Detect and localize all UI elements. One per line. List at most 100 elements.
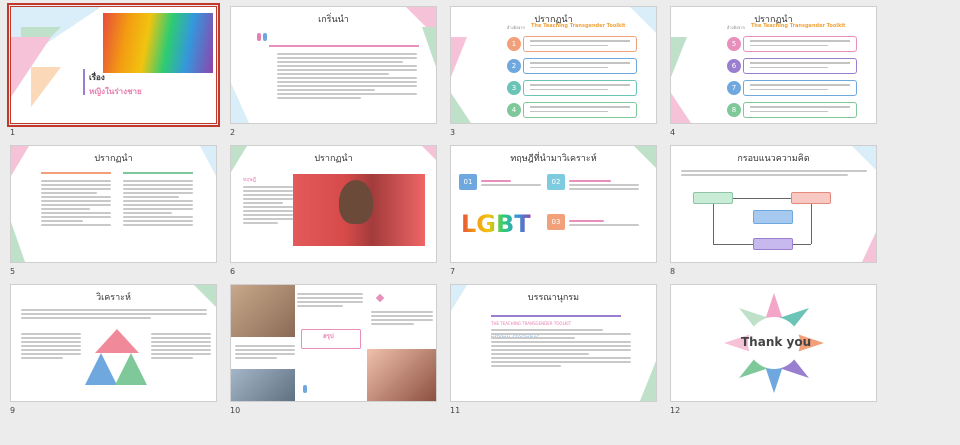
slide-3-thumbnail[interactable]: ปรากฏนำ อ้างอิงจาก The Teaching Transgen…	[450, 6, 657, 124]
decor-shape	[422, 27, 436, 67]
step-text	[481, 178, 541, 188]
source-title: The Teaching Transgender Toolkit	[751, 23, 846, 29]
decor-shape	[862, 232, 876, 262]
slide-12-title: Thank you	[741, 335, 812, 349]
decor-shape	[451, 93, 471, 123]
slide-number: 11	[450, 406, 461, 415]
slide-2[interactable]: เกริ่นนำ 2	[230, 6, 440, 137]
slide-5[interactable]: ปรากฏนำ 5	[10, 145, 220, 276]
slide-number: 10	[230, 406, 241, 415]
intro-text	[681, 168, 867, 178]
left-text	[21, 331, 81, 361]
slide-2-thumbnail[interactable]: เกริ่นนำ	[230, 6, 437, 124]
step-text	[569, 178, 639, 192]
slide-11[interactable]: บรรณานุกรม THE TEACHING TRANSGENDER TOOL…	[450, 284, 660, 415]
decor-shape	[671, 37, 687, 77]
title-accent-bar	[83, 69, 85, 95]
body-text	[297, 291, 363, 309]
slide-number: 9	[10, 406, 16, 415]
divider	[491, 315, 621, 317]
slide-8-title: กรอบแนวความคิด	[737, 154, 810, 164]
slide-6-thumbnail[interactable]: ปรากฏนำ ทฤษฎี	[230, 145, 437, 263]
slide-3[interactable]: ปรากฏนำ อ้างอิงจาก The Teaching Transgen…	[450, 6, 660, 137]
reference-highlight: THE TEACHING TRANSGENDER TOOLKIT	[491, 321, 572, 326]
male-icon	[303, 385, 307, 393]
slide-9-thumbnail[interactable]: วิเคราะห์	[10, 284, 217, 402]
item-box	[523, 102, 637, 118]
step-badge: 02	[547, 174, 565, 190]
slide-11-thumbnail[interactable]: บรรณานุกรม THE TEACHING TRANSGENDER TOOL…	[450, 284, 657, 402]
slide-number: 2	[230, 128, 236, 137]
body-text	[277, 51, 417, 101]
slide-1-thumbnail[interactable]: เรื่อง หญิงในร่างชาย	[7, 3, 220, 127]
connector-line	[733, 198, 791, 199]
divider	[41, 172, 111, 174]
source-prefix: อ้างอิงจาก	[507, 25, 525, 30]
slide-5-thumbnail[interactable]: ปรากฏนำ	[10, 145, 217, 263]
female-icon	[257, 33, 261, 41]
decor-shape	[640, 361, 656, 401]
slide-9[interactable]: วิเคราะห์ 9	[10, 284, 220, 415]
item-box	[523, 58, 637, 74]
references-text	[491, 327, 631, 369]
item-box	[743, 58, 857, 74]
column-text	[123, 178, 193, 228]
slide-number: 4	[670, 128, 676, 137]
item-number: 5	[727, 37, 741, 51]
source-title: The Teaching Transgender Toolkit	[531, 23, 626, 29]
intro-text	[21, 307, 207, 321]
triangle-left	[85, 353, 117, 385]
connector-line	[713, 204, 714, 244]
slide-7-thumbnail[interactable]: ทฤษฎีที่นำมาวิเคราะห์ 01 02 03 LGBT	[450, 145, 657, 263]
concept-box	[693, 192, 733, 204]
triangle-top	[95, 329, 139, 353]
divider	[123, 172, 193, 174]
step-badge: 01	[459, 174, 477, 190]
couple-photo	[231, 285, 295, 337]
column-text	[41, 178, 111, 228]
slide-4[interactable]: ปรากฏนำ อ้างอิงจาก The Teaching Transgen…	[670, 6, 880, 137]
slide-10[interactable]: สรุป 10	[230, 284, 440, 415]
decor-shape	[671, 93, 691, 123]
item-box	[523, 36, 637, 52]
slide-8-thumbnail[interactable]: กรอบแนวความคิด	[670, 145, 877, 263]
item-number: 8	[727, 103, 741, 117]
slide-number: 3	[450, 128, 456, 137]
slide-10-thumbnail[interactable]: สรุป	[230, 284, 437, 402]
item-number: 4	[507, 103, 521, 117]
slide-4-thumbnail[interactable]: ปรากฏนำ อ้างอิงจาก The Teaching Transgen…	[670, 6, 877, 124]
portrait-face	[339, 180, 373, 224]
decor-shape	[231, 83, 249, 123]
heart-icon	[375, 293, 385, 303]
male-icon	[263, 33, 267, 41]
slide-sorter: เรื่อง หญิงในร่างชาย 1 เกริ่นนำ 2 ปรากฏน…	[0, 0, 960, 445]
right-text	[151, 331, 211, 361]
slide-11-title: บรรณานุกรม	[527, 293, 580, 303]
item-number: 3	[507, 81, 521, 95]
item-number: 7	[727, 81, 741, 95]
item-box	[743, 102, 857, 118]
item-number: 2	[507, 59, 521, 73]
pride-flag-photo	[103, 13, 213, 73]
slide-6-caption: ทฤษฎี	[243, 177, 256, 183]
slide-12[interactable]: Thank you 12	[670, 284, 880, 415]
slide-6[interactable]: ปรากฏนำ ทฤษฎี 6	[230, 145, 440, 276]
decor-shape	[451, 37, 467, 77]
slide-1-subtitle: หญิงในร่างชาย	[89, 87, 142, 96]
slide-number: 12	[670, 406, 681, 415]
lgbt-logo: LGBT	[461, 210, 531, 238]
concept-box	[791, 192, 831, 204]
body-text	[235, 343, 295, 361]
item-box	[743, 80, 857, 96]
item-box	[523, 80, 637, 96]
item-number: 1	[507, 37, 521, 51]
slide-7[interactable]: ทฤษฎีที่นำมาวิเคราะห์ 01 02 03 LGBT 7	[450, 145, 660, 276]
body-text	[243, 184, 293, 226]
slide-number: 5	[10, 267, 16, 276]
item-number: 6	[727, 59, 741, 73]
slide-8[interactable]: กรอบแนวความคิด 8	[670, 145, 880, 276]
connector-line	[811, 204, 812, 244]
slide-number: 7	[450, 267, 456, 276]
slide-1[interactable]: เรื่อง หญิงในร่างชาย 1	[7, 3, 220, 137]
slide-12-thumbnail[interactable]: Thank you	[670, 284, 877, 402]
